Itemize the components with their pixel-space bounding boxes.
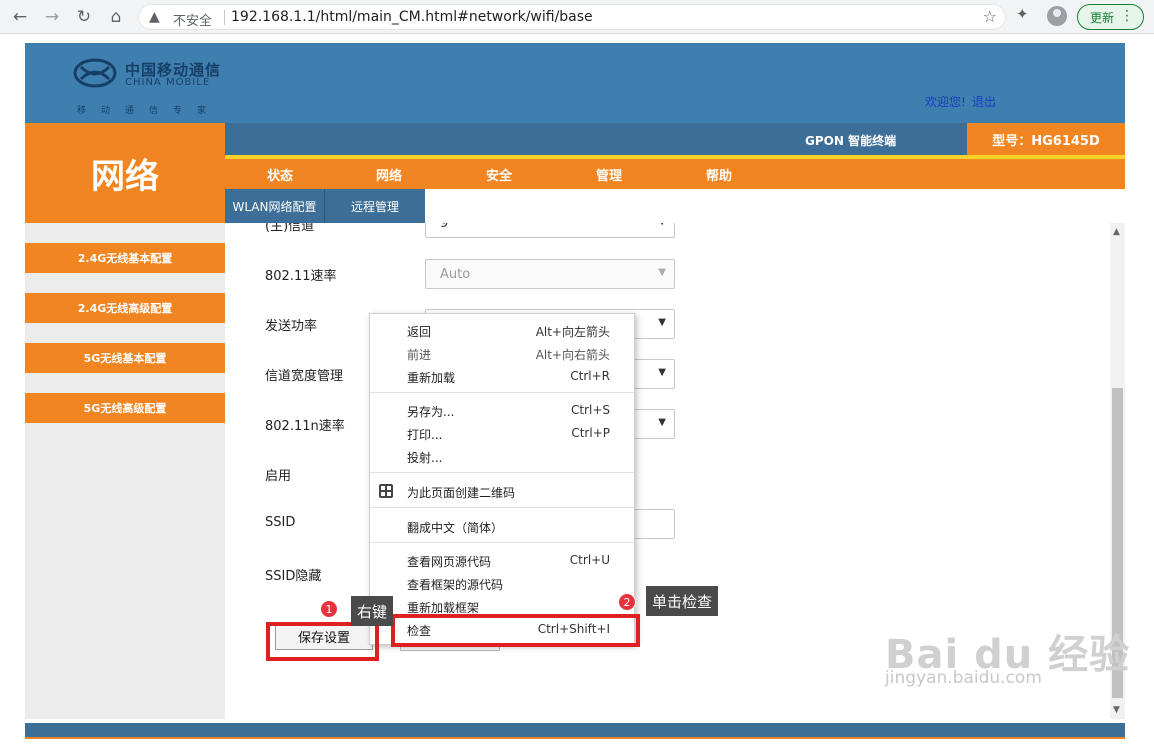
menu-separator (370, 507, 634, 508)
menu-item-label: 为此页面创建二维码 (407, 486, 516, 500)
step-badge-1: 1 (320, 600, 338, 618)
menu-item-label: 投射... (407, 451, 443, 465)
sidebar: 2.4G无线基本配置 2.4G无线高级配置 5G无线基本配置 5G无线高级配置 (25, 223, 225, 719)
browser-toolbar: ← → ↻ ⌂ ▲ 不安全 192.168.1.1/html/main_CM.h… (0, 0, 1154, 34)
qr-code-icon (379, 484, 393, 498)
forward-arrow-icon[interactable]: → (40, 5, 64, 29)
rate-label: 802.11速率 (265, 269, 337, 284)
menu-item-label: 另存为... (407, 405, 455, 419)
logo-slogan: 移动通信专家 (77, 106, 222, 116)
menu-item-reload[interactable]: 重新加载 Ctrl+R (370, 365, 634, 387)
highlight-inspect-item (391, 614, 640, 647)
menu-separator (370, 542, 634, 543)
menu-item-label: 查看网页源代码 (407, 555, 492, 569)
back-arrow-icon[interactable]: ← (8, 5, 32, 29)
profile-avatar-icon[interactable] (1047, 6, 1067, 26)
menu-item-back[interactable]: 返回 Alt+向左箭头 (370, 319, 634, 341)
menu-item-shortcut: Ctrl+P (571, 426, 610, 440)
enable-label: 启用 (265, 469, 292, 484)
menu-item-shortcut: Alt+向右箭头 (535, 348, 610, 362)
ssid-label: SSID (265, 515, 296, 530)
nav-network[interactable]: 网络 (376, 165, 402, 184)
welcome-text: 欢迎您! (925, 95, 966, 109)
menu-item-shortcut: Ctrl+R (570, 369, 610, 383)
reload-icon[interactable]: ↻ (72, 5, 96, 29)
footer-bar (25, 723, 1125, 739)
update-button[interactable]: 更新 ⋮ (1077, 4, 1144, 30)
n-rate-label: 802.11n速率 (265, 419, 345, 434)
menu-item-save-as[interactable]: 另存为... Ctrl+S (370, 399, 634, 421)
omnibox-divider (224, 10, 225, 25)
channel-value: 9 (440, 223, 449, 231)
chevron-down-icon: ▼ (658, 417, 666, 428)
extensions-puzzle-icon[interactable]: ✦ (1016, 5, 1029, 23)
url-text[interactable]: 192.168.1.1/html/main_CM.html#network/wi… (231, 9, 593, 25)
menu-item-label: 重新加载 (407, 371, 456, 385)
chevron-down-icon: ▼ (658, 317, 666, 328)
menu-item-label: 查看框架的源代码 (407, 578, 504, 592)
nav-security[interactable]: 安全 (486, 165, 512, 184)
logo-english-text: CHINA MOBILE (125, 77, 211, 88)
chevron-down-icon: ▼ (658, 267, 666, 278)
address-bar[interactable]: ▲ 不安全 192.168.1.1/html/main_CM.html#netw… (138, 4, 1006, 30)
sidebar-item-24g-basic[interactable]: 2.4G无线基本配置 (25, 243, 225, 273)
top-banner: 中国移动通信 CHINA MOBILE 移动通信专家 欢迎您! 退出 (25, 43, 1125, 123)
sub-nav: WLAN网络配置 远程管理 (225, 189, 425, 223)
china-mobile-logo-icon (73, 58, 117, 88)
menu-item-label: 前进 (407, 348, 432, 362)
menu-separator (370, 392, 634, 393)
bandwidth-label: 信道宽度管理 (265, 369, 344, 384)
tip-click-inspect: 单击检查 (646, 586, 719, 616)
menu-item-view-source[interactable]: 查看网页源代码 Ctrl+U (370, 549, 634, 571)
baidu-watermark-url: jingyan.baidu.com (885, 668, 1042, 688)
tip-right-click: 右键 (351, 596, 394, 626)
channel-label: (主)信道 (265, 223, 315, 234)
menu-item-shortcut: Ctrl+S (570, 403, 610, 417)
nav-management[interactable]: 管理 (596, 165, 622, 184)
section-title: 网络 (25, 123, 225, 223)
menu-item-forward[interactable]: 前进 Alt+向右箭头 (370, 342, 634, 364)
warning-icon: ▲ (149, 9, 160, 25)
sidebar-item-24g-advanced[interactable]: 2.4G无线高级配置 (25, 293, 225, 323)
scroll-down-icon[interactable]: ▼ (1113, 705, 1120, 715)
update-label: 更新 (1090, 10, 1115, 25)
chevron-down-icon: ▼ (658, 223, 666, 227)
product-name: GPON 智能终端 (805, 134, 897, 148)
menu-item-label: 翻成中文（简体） (407, 521, 504, 535)
sidebar-item-5g-basic[interactable]: 5G无线基本配置 (25, 343, 225, 373)
ssid-hidden-label: SSID隐藏 (265, 569, 322, 584)
menu-item-view-frame-source[interactable]: 查看框架的源代码 (370, 572, 634, 594)
menu-item-print[interactable]: 打印... Ctrl+P (370, 422, 634, 444)
context-menu: 返回 Alt+向左箭头 前进 Alt+向右箭头 重新加载 Ctrl+R 另存为.… (369, 313, 635, 645)
bookmark-star-icon[interactable]: ☆ (983, 7, 997, 26)
step-badge-2: 2 (618, 593, 636, 611)
model-label: 型号：HG6145D (967, 123, 1125, 155)
tab-remote-management[interactable]: 远程管理 (325, 189, 425, 223)
tab-wlan-config[interactable]: WLAN网络配置 (225, 189, 324, 223)
chevron-down-icon: ▼ (658, 367, 666, 378)
logout-link[interactable]: 退出 (972, 93, 996, 110)
menu-item-cast[interactable]: 投射... (370, 445, 634, 467)
rate-select[interactable]: Auto ▼ (425, 259, 675, 289)
scroll-up-icon[interactable]: ▲ (1113, 227, 1120, 237)
menu-item-shortcut: Alt+向左箭头 (535, 325, 610, 339)
menu-kebab-icon: ⋮ (1120, 8, 1134, 24)
product-bar: GPON 智能终端 (225, 123, 967, 155)
nav-help[interactable]: 帮助 (706, 165, 732, 184)
power-label: 发送功率 (265, 319, 318, 334)
menu-item-label: 打印... (407, 428, 443, 442)
insecure-label: 不安全 (173, 14, 213, 29)
main-nav: 状态 网络 安全 管理 帮助 (225, 159, 1125, 189)
menu-item-shortcut: Ctrl+U (569, 553, 610, 567)
menu-item-translate[interactable]: 翻成中文（简体） (370, 515, 634, 537)
nav-status[interactable]: 状态 (267, 165, 293, 184)
highlight-save-button (266, 622, 379, 661)
sidebar-item-5g-advanced[interactable]: 5G无线高级配置 (25, 393, 225, 423)
channel-select[interactable]: 9 ▼ (425, 223, 675, 238)
menu-item-create-qr[interactable]: 为此页面创建二维码 (370, 480, 634, 502)
rate-value: Auto (440, 266, 471, 282)
menu-separator (370, 472, 634, 473)
menu-item-label: 返回 (407, 325, 432, 339)
home-icon[interactable]: ⌂ (104, 5, 128, 29)
